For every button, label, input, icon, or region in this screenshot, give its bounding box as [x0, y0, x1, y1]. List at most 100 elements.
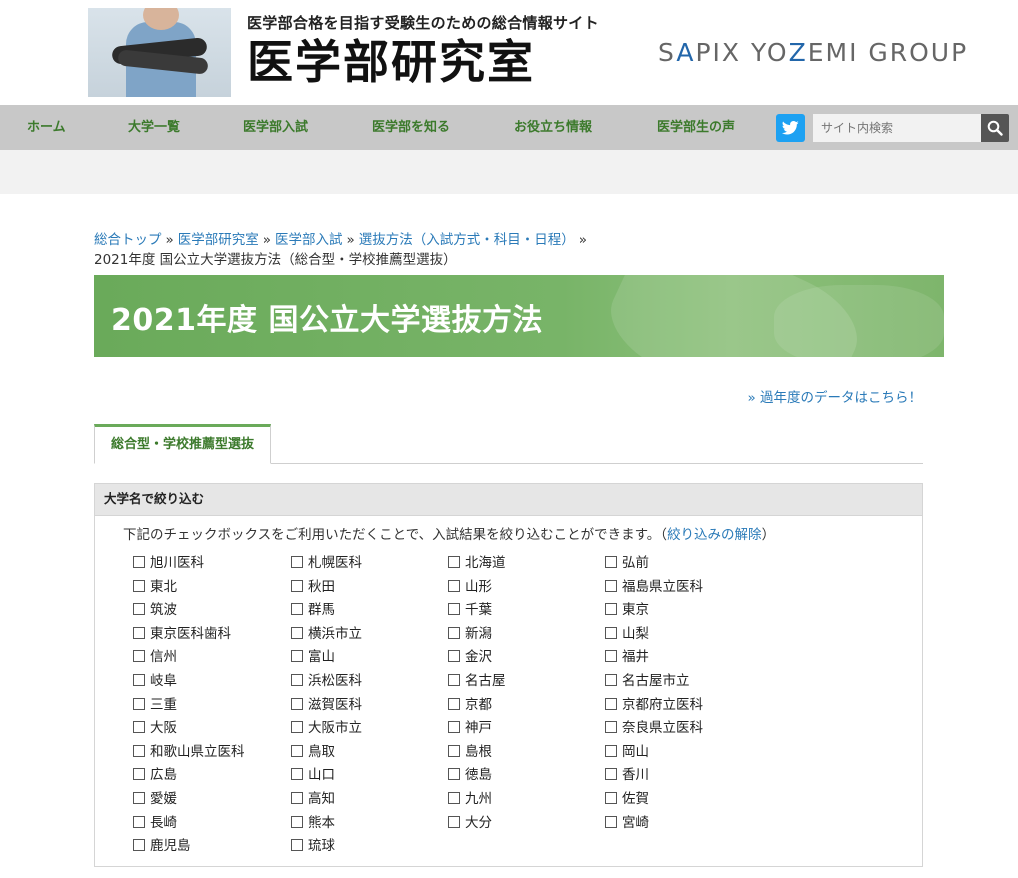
checkbox-icon[interactable]: [605, 556, 617, 568]
university-checkbox[interactable]: 横浜市立: [291, 624, 362, 644]
checkbox-icon[interactable]: [605, 603, 617, 616]
university-checkbox[interactable]: 琉球: [291, 836, 335, 856]
checkbox-icon[interactable]: [448, 650, 460, 663]
site-search-input[interactable]: [813, 114, 981, 142]
checkbox-icon[interactable]: [133, 721, 145, 734]
search-icon[interactable]: [981, 114, 1009, 142]
checkbox-icon[interactable]: [448, 674, 460, 686]
checkbox-icon[interactable]: [291, 768, 303, 781]
university-checkbox[interactable]: 京都: [448, 695, 492, 715]
checkbox-icon[interactable]: [605, 626, 617, 639]
university-checkbox[interactable]: 福島県立医科: [605, 577, 703, 597]
checkbox-icon[interactable]: [605, 744, 617, 757]
site-logo-title[interactable]: 医学部研究室: [247, 34, 535, 90]
university-checkbox[interactable]: 名古屋: [448, 671, 506, 691]
university-checkbox[interactable]: 長崎: [133, 813, 177, 833]
university-checkbox[interactable]: 香川: [605, 765, 649, 785]
checkbox-icon[interactable]: [605, 815, 617, 828]
university-checkbox[interactable]: 東京: [605, 600, 649, 620]
checkbox-icon[interactable]: [605, 674, 617, 686]
university-checkbox[interactable]: 岡山: [605, 742, 649, 762]
clear-filter-link[interactable]: 絞り込みの解除: [667, 527, 762, 543]
checkbox-icon[interactable]: [133, 697, 145, 710]
checkbox-icon[interactable]: [133, 768, 145, 781]
university-checkbox[interactable]: 東北: [133, 577, 177, 597]
checkbox-icon[interactable]: [133, 839, 145, 852]
checkbox-icon[interactable]: [605, 650, 617, 663]
checkbox-icon[interactable]: [133, 650, 145, 663]
university-checkbox[interactable]: 秋田: [291, 577, 335, 597]
checkbox-icon[interactable]: [291, 674, 303, 686]
checkbox-icon[interactable]: [291, 556, 303, 568]
checkbox-icon[interactable]: [605, 697, 617, 710]
university-checkbox[interactable]: 弘前: [605, 553, 649, 573]
university-checkbox[interactable]: 大分: [448, 813, 492, 833]
university-checkbox[interactable]: 広島: [133, 765, 177, 785]
university-checkbox[interactable]: 浜松医科: [291, 671, 362, 691]
checkbox-icon[interactable]: [133, 603, 145, 616]
nav-item-entrance-exam[interactable]: 医学部入試: [243, 105, 308, 150]
nav-item-university-list[interactable]: 大学一覧: [128, 105, 180, 150]
checkbox-icon[interactable]: [448, 768, 460, 781]
university-checkbox[interactable]: 北海道: [448, 553, 506, 573]
university-checkbox[interactable]: 京都府立医科: [605, 695, 703, 715]
checkbox-icon[interactable]: [448, 815, 460, 828]
checkbox-icon[interactable]: [291, 792, 303, 804]
university-checkbox[interactable]: 熊本: [291, 813, 335, 833]
checkbox-icon[interactable]: [448, 697, 460, 710]
checkbox-icon[interactable]: [448, 744, 460, 757]
university-checkbox[interactable]: 鹿児島: [133, 836, 191, 856]
university-checkbox[interactable]: 和歌山県立医科: [133, 742, 245, 762]
nav-item-student-voices[interactable]: 医学部生の声: [657, 105, 735, 150]
checkbox-icon[interactable]: [133, 626, 145, 639]
university-checkbox[interactable]: 富山: [291, 647, 335, 667]
checkbox-icon[interactable]: [291, 744, 303, 757]
breadcrumb-link-top[interactable]: 総合トップ: [94, 232, 162, 248]
university-checkbox[interactable]: 札幌医科: [291, 553, 362, 573]
university-checkbox[interactable]: 名古屋市立: [605, 671, 690, 691]
university-checkbox[interactable]: 大阪市立: [291, 718, 362, 738]
checkbox-icon[interactable]: [448, 603, 460, 616]
checkbox-icon[interactable]: [448, 556, 460, 568]
university-checkbox[interactable]: 奈良県立医科: [605, 718, 703, 738]
nav-item-home[interactable]: ホーム: [27, 105, 66, 150]
university-checkbox[interactable]: 福井: [605, 647, 649, 667]
university-checkbox[interactable]: 高知: [291, 789, 335, 809]
university-checkbox[interactable]: 山形: [448, 577, 492, 597]
checkbox-icon[interactable]: [605, 721, 617, 734]
breadcrumb-link-medical-lab[interactable]: 医学部研究室: [178, 232, 259, 248]
university-checkbox[interactable]: 新潟: [448, 624, 492, 644]
past-data-link[interactable]: » 過年度のデータはこちら！: [747, 386, 922, 406]
checkbox-icon[interactable]: [133, 674, 145, 686]
university-checkbox[interactable]: 三重: [133, 695, 177, 715]
university-checkbox[interactable]: 徳島: [448, 765, 492, 785]
university-checkbox[interactable]: 金沢: [448, 647, 492, 667]
university-checkbox[interactable]: 九州: [448, 789, 492, 809]
checkbox-icon[interactable]: [291, 626, 303, 639]
checkbox-icon[interactable]: [133, 815, 145, 828]
university-checkbox[interactable]: 宮崎: [605, 813, 649, 833]
checkbox-icon[interactable]: [291, 603, 303, 616]
university-checkbox[interactable]: 筑波: [133, 600, 177, 620]
nav-item-about-medical[interactable]: 医学部を知る: [372, 105, 450, 150]
checkbox-icon[interactable]: [133, 579, 145, 592]
university-checkbox[interactable]: 山梨: [605, 624, 649, 644]
university-checkbox[interactable]: 滋賀医科: [291, 695, 362, 715]
university-checkbox[interactable]: 群馬: [291, 600, 335, 620]
university-checkbox[interactable]: 千葉: [448, 600, 492, 620]
checkbox-icon[interactable]: [291, 815, 303, 828]
university-checkbox[interactable]: 神戸: [448, 718, 492, 738]
university-checkbox[interactable]: 鳥取: [291, 742, 335, 762]
checkbox-icon[interactable]: [291, 697, 303, 710]
checkbox-icon[interactable]: [605, 768, 617, 781]
tab-comprehensive-recommendation[interactable]: 総合型・学校推薦型選抜: [94, 424, 271, 464]
checkbox-icon[interactable]: [133, 744, 145, 757]
university-checkbox[interactable]: 信州: [133, 647, 177, 667]
university-checkbox[interactable]: 岐阜: [133, 671, 177, 691]
university-checkbox[interactable]: 大阪: [133, 718, 177, 738]
breadcrumb-link-selection-method[interactable]: 選抜方法（入試方式・科目・日程）: [359, 232, 575, 248]
breadcrumb-link-entrance-exam[interactable]: 医学部入試: [275, 232, 343, 248]
university-checkbox[interactable]: 島根: [448, 742, 492, 762]
checkbox-icon[interactable]: [448, 792, 460, 804]
university-checkbox[interactable]: 佐賀: [605, 789, 649, 809]
